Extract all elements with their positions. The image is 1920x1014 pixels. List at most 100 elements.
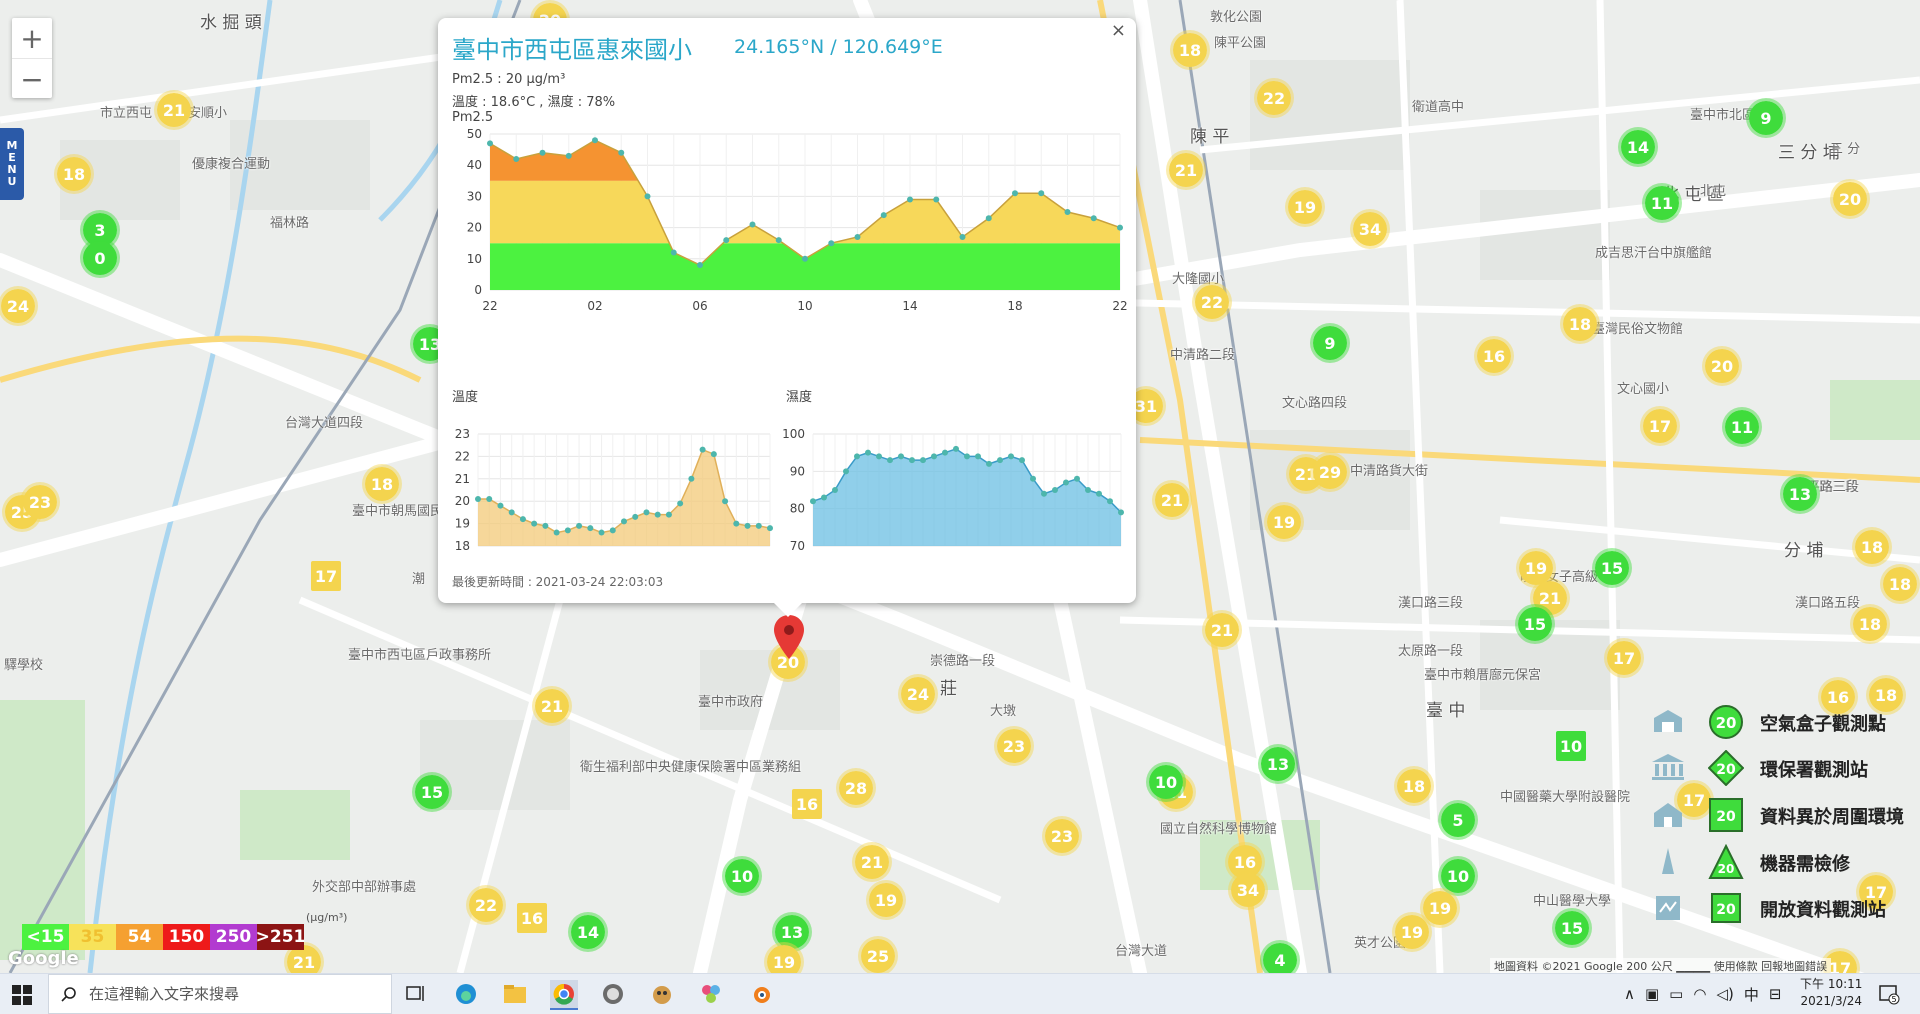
aq-station-marker[interactable]: 21 — [154, 90, 194, 130]
aq-station-marker[interactable]: 19 — [1420, 888, 1460, 928]
aq-station-marker[interactable]: 0 — [80, 238, 120, 278]
aq-station-marker[interactable]: 18 — [1394, 766, 1434, 806]
aq-station-marker[interactable]: 21 — [852, 842, 892, 882]
blender-icon[interactable] — [746, 980, 774, 1008]
aq-station-marker[interactable]: 14 — [1618, 127, 1658, 167]
aq-station-marker[interactable]: 16 — [517, 903, 547, 933]
aq-station-marker[interactable]: 22 — [1254, 78, 1294, 118]
google-logo[interactable]: Google — [8, 948, 79, 969]
aq-station-marker[interactable]: 18 — [1560, 304, 1600, 344]
aq-station-marker[interactable]: 20 — [1702, 346, 1742, 386]
aq-station-marker[interactable]: 23 — [20, 482, 60, 522]
app-dial-icon[interactable] — [599, 980, 627, 1008]
aq-station-marker[interactable]: 23 — [994, 726, 1034, 766]
map-attribution[interactable]: 地圖資料 ©2021 Google 200 公尺 ▁▁▁▁ 使用條款 回報地圖錯… — [1490, 958, 1832, 973]
clock[interactable]: 下午 10:11 2021/3/24 — [1800, 976, 1862, 1010]
temp-humidity-reading: 溫度 : 18.6°C , 濕度 : 78% — [452, 95, 616, 110]
aq-station-marker[interactable]: 24 — [898, 674, 938, 714]
aq-station-marker[interactable]: 18 — [1880, 564, 1920, 604]
station-title: 臺中市西屯區惠來國小 — [452, 36, 692, 64]
map-place-label: 臺中市政府 — [698, 695, 764, 710]
aq-station-marker[interactable]: 18 — [1850, 604, 1890, 644]
diamond-symbol-icon: 20 — [1708, 750, 1744, 786]
aq-station-marker[interactable]: 15 — [412, 772, 452, 812]
legend-swatch: 35 — [69, 924, 116, 950]
aq-station-marker[interactable]: 9 — [1746, 98, 1786, 138]
app-mascot-icon[interactable] — [648, 980, 676, 1008]
aq-station-marker[interactable]: 21 — [1202, 610, 1242, 650]
volume-icon[interactable]: ◁) — [1716, 985, 1733, 1003]
aq-station-marker[interactable]: 17 — [311, 561, 341, 591]
aq-station-marker[interactable]: 22 — [1192, 282, 1232, 322]
aq-station-marker[interactable]: 9 — [1310, 323, 1350, 363]
network-device-icon[interactable]: ▣ — [1645, 985, 1659, 1003]
wifi-icon[interactable]: ◠ — [1693, 985, 1706, 1003]
popup-close-button[interactable]: × — [1111, 20, 1126, 41]
y-tick-label: 22 — [455, 449, 470, 463]
file-explorer-icon[interactable] — [501, 980, 529, 1008]
aq-station-marker[interactable]: 19 — [866, 880, 906, 920]
zoom-out-button[interactable]: − — [12, 59, 52, 99]
notification-center[interactable]: 5 — [1878, 974, 1900, 1014]
aq-station-marker[interactable]: 17 — [1640, 406, 1680, 446]
aq-station-marker[interactable]: 29 — [1310, 452, 1350, 492]
data-point — [802, 255, 808, 262]
aq-station-marker[interactable]: 14 — [568, 912, 608, 952]
location-pin-icon[interactable] — [774, 615, 804, 659]
aq-station-marker[interactable]: 16 — [792, 789, 822, 819]
aq-station-marker[interactable]: 28 — [836, 768, 876, 808]
menu-button[interactable]: M E N U — [0, 128, 24, 200]
chevron-up-icon[interactable]: ∧ — [1624, 985, 1635, 1003]
aq-station-marker[interactable]: 18 — [362, 464, 402, 504]
map-place-label: 成吉思汗台中旗艦館 — [1595, 246, 1713, 261]
data-point — [880, 212, 887, 219]
aq-station-marker[interactable]: 17 — [1604, 638, 1644, 678]
aq-station-marker[interactable]: 13 — [1780, 474, 1820, 514]
aq-station-marker[interactable]: 34 — [1350, 209, 1390, 249]
taskbar-search[interactable] — [48, 974, 392, 1014]
data-point — [1008, 453, 1014, 460]
aq-station-marker[interactable]: 10 — [722, 856, 762, 896]
aq-station-marker[interactable]: 34 — [1228, 870, 1268, 910]
search-input[interactable] — [87, 984, 361, 1004]
aq-station-marker[interactable]: 11 — [1722, 407, 1762, 447]
aq-station-marker[interactable]: 16 — [1474, 336, 1514, 376]
aq-station-marker[interactable]: 15 — [1552, 908, 1592, 948]
aq-station-marker[interactable]: 22 — [466, 885, 506, 925]
battery-icon[interactable]: ▭ — [1669, 985, 1683, 1003]
aq-station-marker[interactable]: 18 — [54, 154, 94, 194]
windows-start-icon[interactable] — [12, 985, 32, 1005]
aq-station-marker[interactable]: 20 — [1830, 179, 1870, 219]
edge-icon[interactable] — [452, 980, 480, 1008]
aq-station-marker[interactable]: 11 — [1642, 183, 1682, 223]
aq-station-marker[interactable]: 18 — [1852, 527, 1892, 567]
aq-station-marker[interactable]: 18 — [1170, 30, 1210, 70]
ime-indicator[interactable]: 中 — [1744, 984, 1759, 1005]
aq-station-marker[interactable]: 23 — [1042, 816, 1082, 856]
aq-station-marker[interactable]: 15 — [1592, 548, 1632, 588]
legend-row-anomaly: 20 資料異於周圍環境 — [1650, 795, 1910, 835]
aq-station-marker[interactable]: 21 — [532, 686, 572, 726]
data-point — [710, 451, 717, 458]
aq-station-marker[interactable]: 13 — [1258, 744, 1298, 784]
aq-station-marker[interactable]: 10 — [1556, 731, 1586, 761]
chrome-icon[interactable] — [550, 980, 578, 1010]
task-view-icon[interactable] — [402, 980, 430, 1008]
aq-station-marker[interactable]: 21 — [1152, 480, 1192, 520]
app-paint-icon[interactable] — [697, 980, 725, 1008]
aq-station-marker[interactable]: 25 — [858, 936, 898, 973]
aq-station-marker[interactable]: 15 — [1515, 604, 1555, 644]
aq-station-marker[interactable]: 21 — [1166, 150, 1206, 190]
map-place-label: 大墩 — [990, 704, 1017, 719]
map-place-label: 太原路一段 — [1398, 644, 1464, 659]
map-place-label: 臺中市西屯區戶政事務所 — [348, 648, 492, 663]
aq-station-marker[interactable]: 19 — [1285, 187, 1325, 227]
aq-station-marker[interactable]: 19 — [1264, 502, 1304, 542]
zoom-in-button[interactable]: + — [12, 18, 52, 59]
map-canvas[interactable]: 水 掘 頭市立西屯 安順小 優康複合運動 福林路 台灣大道四段 臺中市朝馬國民運動中心 臺中… — [0, 0, 1920, 973]
aq-station-marker[interactable]: 5 — [1438, 800, 1478, 840]
keyboard-icon[interactable]: ⊟ — [1769, 985, 1782, 1003]
y-tick-label: 80 — [790, 502, 805, 516]
aq-station-marker[interactable]: 4 — [1260, 940, 1300, 973]
aq-station-marker[interactable]: 10 — [1146, 762, 1186, 802]
